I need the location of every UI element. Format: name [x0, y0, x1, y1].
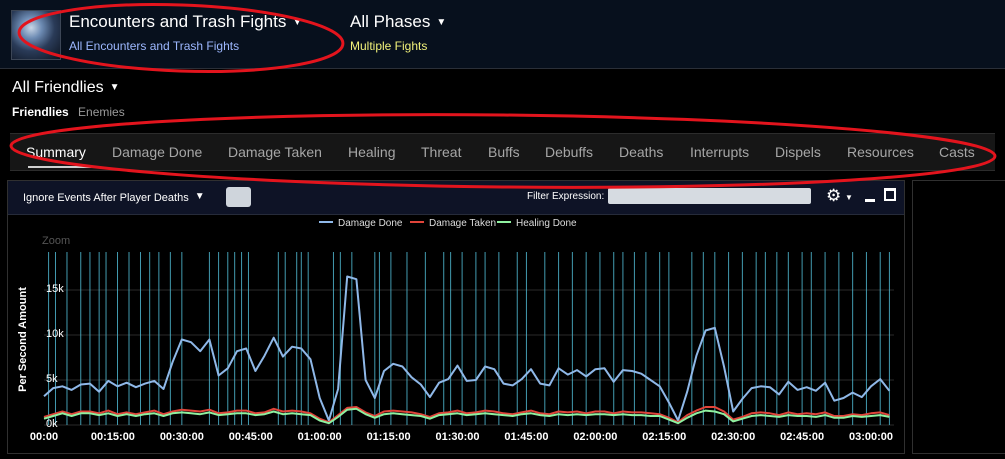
legend-label: Damage Done	[338, 218, 403, 229]
phase-selector[interactable]: All Phases ▼	[350, 12, 446, 32]
zoom-label: Zoom	[42, 235, 70, 247]
tab-damage-taken[interactable]: Damage Taken	[228, 144, 322, 160]
tab-debuffs[interactable]: Debuffs	[545, 144, 593, 160]
active-tab-indicator	[28, 166, 96, 168]
tab-resources[interactable]: Resources	[847, 144, 914, 160]
caret-down-icon: ▼	[436, 17, 447, 28]
tab-interrupts[interactable]: Interrupts	[690, 144, 749, 160]
tab-summary[interactable]: Summary	[26, 144, 86, 160]
summary-line-chart[interactable]: Zoom 0k 5k 10k 15k 00:00 00:15:00 00:30:00 00:45…	[8, 214, 904, 453]
ignore-deaths-dropdown[interactable]: Ignore Events After Player Deaths ▼	[23, 191, 205, 204]
friendly-enemy-tabs: Friendlies Enemies	[12, 105, 131, 119]
friendlies-title: All Friendlies	[12, 79, 104, 96]
tab-deaths[interactable]: Deaths	[619, 144, 663, 160]
tab-healing[interactable]: Healing	[348, 144, 395, 160]
caret-down-icon: ▼	[194, 191, 205, 202]
x-tick-label: 01:00:00	[298, 431, 342, 443]
option-toggle[interactable]	[226, 187, 251, 207]
tab-casts[interactable]: Casts	[939, 144, 975, 160]
x-tick-label: 01:45:00	[504, 431, 548, 443]
encounter-selector[interactable]: Encounters and Trash Fights ▼	[69, 12, 302, 32]
y-tick-label: 5k	[46, 373, 58, 385]
y-tick-label: 10k	[46, 328, 64, 340]
summary-graph-panel: Ignore Events After Player Deaths ▼ Filte…	[7, 180, 905, 454]
x-tick-label: 01:15:00	[367, 431, 411, 443]
tab-threat[interactable]: Threat	[421, 144, 461, 160]
x-tick-label: 00:45:00	[229, 431, 273, 443]
report-header: Encounters and Trash Fights ▼ All Encount…	[0, 0, 1005, 69]
caret-down-icon: ▼	[292, 17, 303, 28]
phase-title: All Phases	[350, 12, 431, 31]
maximize-icon[interactable]	[884, 188, 896, 201]
minimize-icon[interactable]	[865, 199, 875, 202]
x-tick-label: 00:00	[30, 431, 58, 443]
x-tick-label: 00:30:00	[160, 431, 204, 443]
x-tick-label: 02:00:00	[573, 431, 617, 443]
friendlies-selector[interactable]: All Friendlies ▼	[12, 79, 120, 97]
encounter-subtitle[interactable]: All Encounters and Trash Fights	[69, 39, 239, 53]
legend-label: Damage Taken	[429, 218, 496, 229]
ignore-deaths-label: Ignore Events After Player Deaths	[23, 192, 189, 204]
x-tick-label: 02:30:00	[711, 431, 755, 443]
tab-damage-done[interactable]: Damage Done	[112, 144, 202, 160]
report-avatar	[11, 10, 61, 60]
x-tick-label: 02:45:00	[780, 431, 824, 443]
legend-label: Healing Done	[516, 218, 577, 229]
x-tick-label: 02:15:00	[642, 431, 686, 443]
encounter-title: Encounters and Trash Fights	[69, 12, 287, 31]
tab-buffs[interactable]: Buffs	[488, 144, 520, 160]
tab-friendlies[interactable]: Friendlies	[12, 105, 69, 119]
caret-down-icon: ▼	[109, 82, 120, 93]
y-axis-title: Per Second Amount	[17, 287, 29, 392]
filter-expression-input[interactable]	[608, 188, 811, 204]
side-panel	[912, 180, 1005, 454]
y-tick-label: 0k	[46, 418, 58, 430]
tab-dispels[interactable]: Dispels	[775, 144, 821, 160]
x-tick-label: 01:30:00	[435, 431, 479, 443]
caret-down-icon: ▼	[845, 193, 853, 202]
filter-expression-label: Filter Expression:	[527, 191, 605, 202]
view-tabs: Summary Damage Done Damage Taken Healing…	[10, 133, 995, 171]
y-tick-label: 15k	[46, 283, 64, 295]
gear-icon[interactable]: ⚙	[826, 186, 841, 206]
x-tick-label: 00:15:00	[91, 431, 135, 443]
x-tick-label: 03:00:00	[849, 431, 893, 443]
tab-enemies[interactable]: Enemies	[78, 105, 125, 119]
graph-area: Zoom 0k 5k 10k 15k 00:00 00:15:00 00:30:00 00:45…	[8, 214, 904, 458]
graph-toolbar: Ignore Events After Player Deaths ▼ Filte…	[8, 181, 904, 215]
phase-subtitle: Multiple Fights	[350, 39, 428, 53]
